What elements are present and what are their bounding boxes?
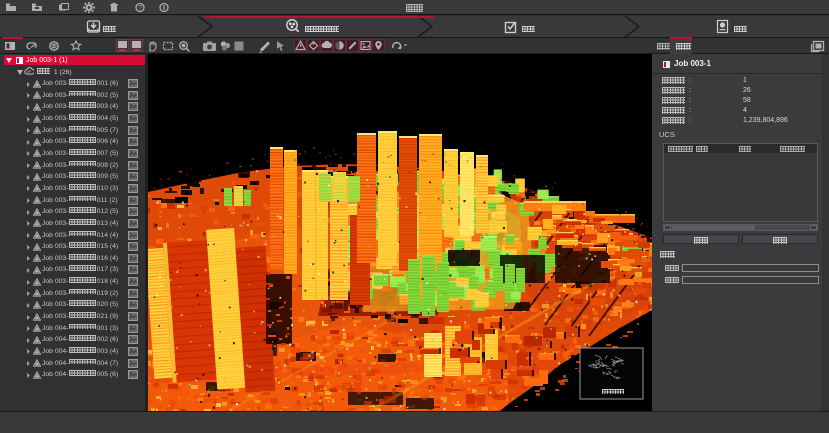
svg-text:?: ? [138, 5, 142, 12]
